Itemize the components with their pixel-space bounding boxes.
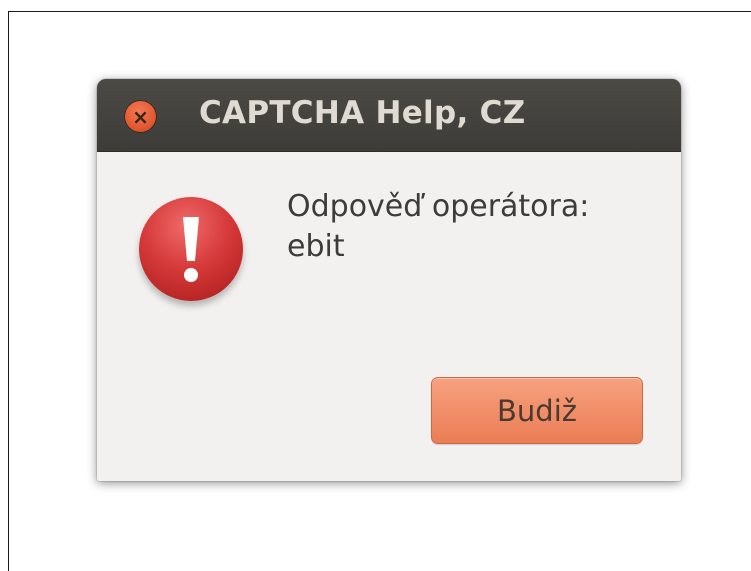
error-icon (139, 197, 243, 301)
window-title: CAPTCHA Help, CZ (199, 95, 526, 131)
close-button[interactable]: × (124, 100, 157, 133)
message-line-1: Odpověď operátora: (287, 189, 590, 224)
close-icon: × (132, 104, 149, 129)
message-line-2: ebit (287, 229, 345, 264)
dialog-message: Odpověď operátora: ebit (287, 187, 589, 267)
window-titlebar[interactable]: × CAPTCHA Help, CZ (97, 79, 681, 152)
ok-button[interactable]: Budiž (431, 377, 643, 444)
message-dialog: × CAPTCHA Help, CZ Odpověď operátora: eb… (97, 79, 681, 481)
